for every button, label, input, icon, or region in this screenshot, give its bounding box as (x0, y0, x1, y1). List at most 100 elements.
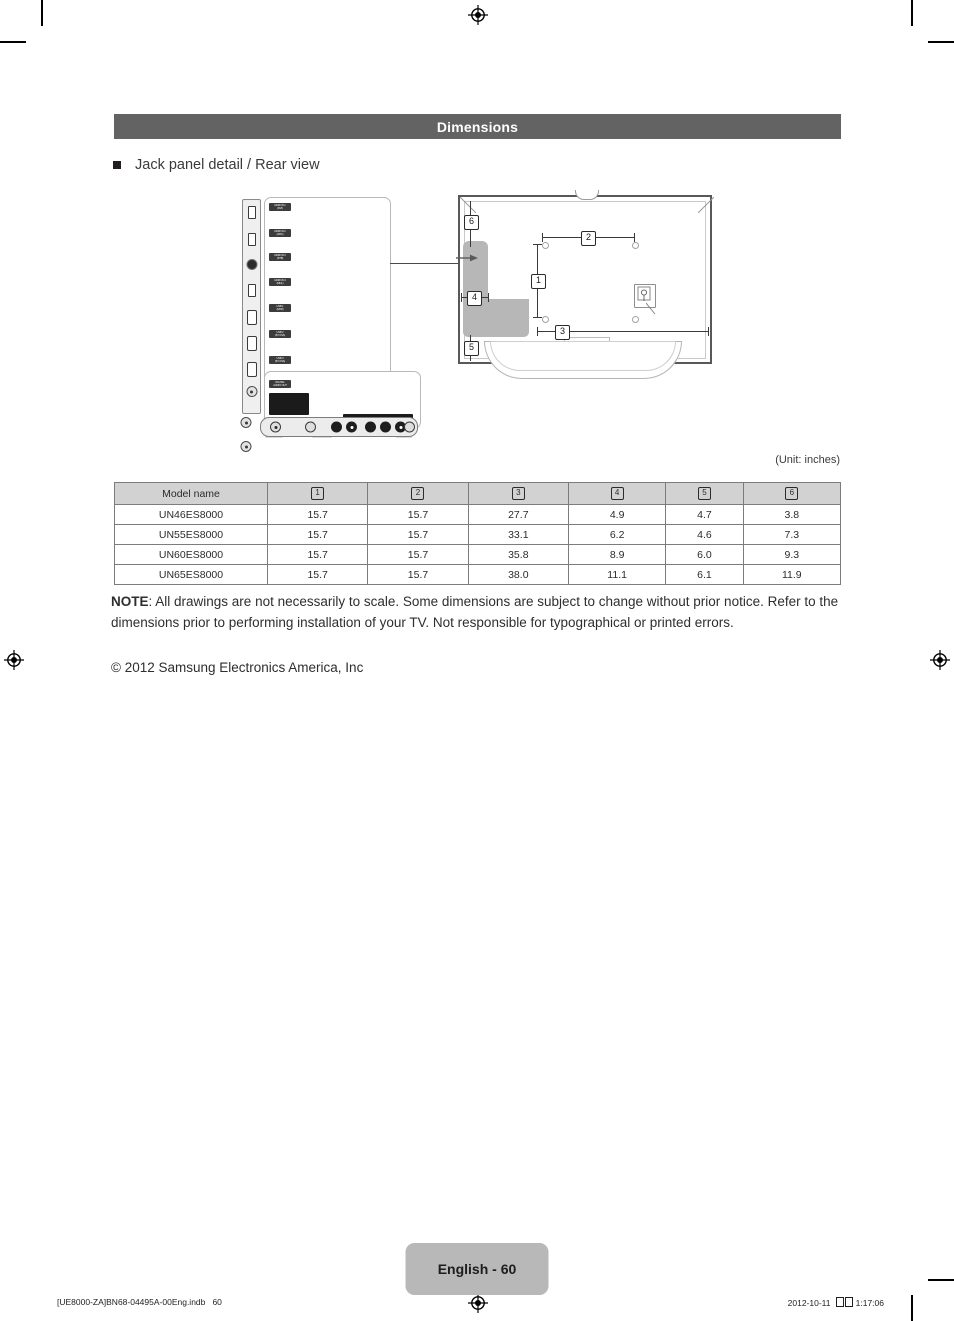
cell-value: 9.3 (742, 544, 842, 565)
dimline-2-tick-right (634, 233, 635, 242)
subsection-heading: Jack panel detail / Rear view (113, 157, 320, 173)
connector-component-pr-icon (365, 421, 376, 433)
cell-value: 11.1 (567, 564, 667, 585)
registration-mark-bottom (468, 1293, 488, 1313)
dimline-4-tick-right (488, 293, 489, 302)
dimline-2-tick-left (542, 233, 543, 242)
cell-value: 15.7 (367, 544, 469, 565)
numbox-1: 1 (311, 487, 325, 500)
unit-label: (Unit: inches) (775, 454, 840, 466)
jack-panel-bottom-connector-bar (260, 417, 418, 437)
cell-value: 11.9 (742, 564, 842, 585)
vesa-screw-hole-top-right (632, 242, 639, 249)
numbox-6: 6 (785, 487, 799, 500)
connector-component-y-icon (331, 421, 342, 433)
cropmark-top-right-vertical (911, 0, 913, 26)
cropmark-top-left-vertical (41, 0, 43, 26)
square-bullet-icon (113, 161, 121, 169)
cell-value: 6.1 (665, 564, 744, 585)
registration-mark-right (930, 650, 950, 670)
dimension-marker-3: 3 (555, 325, 570, 340)
table-header-col-1: 1 (266, 482, 369, 505)
port-usb-1-icon (246, 310, 257, 325)
cell-value: 15.7 (266, 524, 369, 545)
jack-label-usb-3: USB 3 (5V 0.5A) (269, 356, 291, 365)
cell-value: 15.7 (367, 564, 469, 585)
dimension-marker-1: 1 (531, 274, 546, 289)
dimline-1-tick-top (533, 244, 542, 245)
dimline-1-tick-bottom (533, 317, 542, 318)
dimline-3-tick-right (708, 327, 709, 336)
port-usb-3-icon (246, 362, 257, 377)
table-row: UN65ES8000 15.7 15.7 38.0 11.1 6.1 11.9 (114, 564, 842, 585)
jack-panel-detail-drawing: HDMI IN 1 (DVI) HDMI IN 2 (ARC) HDMI IN 3(… (238, 193, 710, 452)
cell-value: 38.0 (467, 564, 569, 585)
jack-panel-port-strip (242, 199, 261, 414)
callout-arrow-icon (456, 254, 478, 262)
cell-value: 15.7 (367, 504, 469, 525)
dimension-marker-6: 6 (464, 215, 479, 230)
cell-value: 3.8 (742, 504, 842, 525)
jack-label-hdmi-2: HDMI IN 2 (ARC) (269, 229, 291, 238)
cell-value: 15.7 (266, 564, 369, 585)
jack-label-digital-audio: DIGITAL AUDIO OUT (269, 380, 291, 389)
cell-model: UN65ES8000 (114, 564, 268, 585)
jack-label-hdmi-1: HDMI IN 1 (DVI) (269, 203, 291, 212)
cropmark-bottom-right-vertical (911, 1295, 913, 1321)
tv-corner-bevel-right (698, 197, 714, 213)
page-number-label: English - 60 (437, 1261, 517, 1277)
cell-value: 35.8 (467, 544, 569, 565)
dimline-4-tick-left (461, 293, 462, 302)
cell-value: 6.0 (665, 544, 744, 565)
jack-label-hdmi-3: HDMI IN 3 (STB) (269, 253, 291, 262)
cropmark-top-left-horizontal (0, 41, 26, 43)
registration-mark-left (4, 650, 24, 670)
vesa-screw-hole-top-left (542, 242, 549, 249)
table-header-col-5: 5 (665, 482, 744, 505)
cell-value: 4.7 (665, 504, 744, 525)
cell-value: 7.3 (742, 524, 842, 545)
tv-stand-base-inner (490, 341, 676, 371)
cell-value: 15.7 (367, 524, 469, 545)
connector-antenna-icon (404, 421, 415, 433)
cell-value: 33.1 (467, 524, 569, 545)
dimline-3-tick-left (537, 327, 538, 336)
port-hdmi-4-icon (247, 284, 256, 297)
table-header-model-name: Model name (114, 482, 268, 505)
connector-component-pb-icon (346, 421, 357, 433)
table-row: UN55ES8000 15.7 15.7 33.1 6.2 4.6 7.3 (114, 524, 842, 545)
cell-value: 15.7 (266, 544, 369, 565)
footer-date: 2012-10-11 (787, 1298, 831, 1308)
numbox-3: 3 (511, 487, 525, 500)
dimension-marker-2: 2 (581, 231, 596, 246)
cell-model: UN46ES8000 (114, 504, 268, 525)
jack-panel-component-block (269, 393, 309, 415)
table-row: UN60ES8000 15.7 15.7 35.8 8.9 6.0 9.3 (114, 544, 842, 565)
copyright-line: © 2012 Samsung Electronics America, Inc (111, 660, 364, 675)
cropmark-bottom-right-horizontal (928, 1279, 954, 1281)
port-usb-2-icon (246, 336, 257, 351)
table-header-col-2: 2 (367, 482, 469, 505)
table-header-col-6: 6 (742, 482, 842, 505)
note-label: NOTE (111, 594, 149, 609)
note-paragraph: NOTE: All drawings are not necessarily t… (111, 592, 841, 633)
footer-time: 1:17:06 (855, 1298, 884, 1308)
tv-corner-bevel-left (460, 197, 476, 213)
cell-value: 4.9 (567, 504, 667, 525)
numbox-5: 5 (697, 487, 711, 500)
numbox-4: 4 (610, 487, 624, 500)
section-header-dimensions: Dimensions (114, 114, 841, 139)
port-hdmi-2-icon (247, 233, 256, 246)
cell-value: 4.6 (665, 524, 744, 545)
port-audio-out-icon (240, 417, 252, 428)
cell-value: 6.2 (567, 524, 667, 545)
dimension-marker-5: 5 (464, 341, 479, 356)
note-body: : All drawings are not necessarily to sc… (111, 594, 839, 630)
missing-glyph-1 (835, 1297, 844, 1307)
dimension-marker-4: 4 (467, 291, 482, 306)
cell-model: UN55ES8000 (114, 524, 268, 545)
vesa-screw-hole-bottom-right (632, 316, 639, 323)
missing-glyph-2 (844, 1297, 853, 1307)
numbox-2: 2 (411, 487, 425, 500)
cell-model: UN60ES8000 (114, 544, 268, 565)
